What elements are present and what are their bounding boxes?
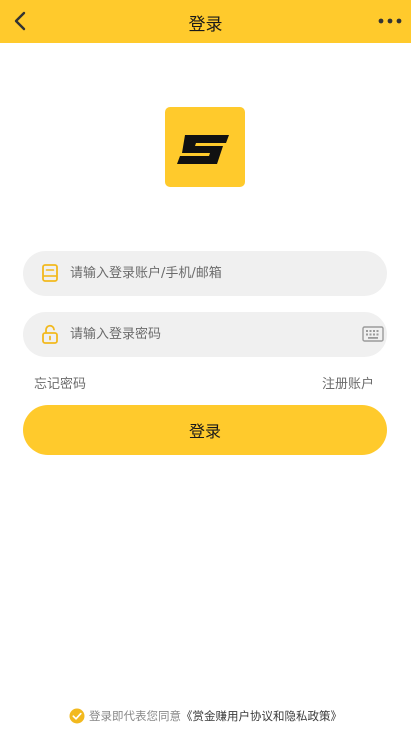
keyboard-icon[interactable]: [362, 325, 384, 343]
agreement-link[interactable]: 《赏金赚用户协议和隐私政策》: [181, 708, 342, 724]
account-field: [23, 251, 387, 296]
register-account-link[interactable]: 注册账户: [322, 373, 374, 392]
password-input[interactable]: [70, 312, 340, 357]
more-button[interactable]: [377, 12, 403, 30]
agreement-checkbox[interactable]: [69, 708, 85, 724]
app-logo: [165, 107, 245, 187]
agreement-text: 登录即代表您同意: [89, 709, 181, 723]
top-navigation-bar: 登录: [0, 0, 411, 43]
account-icon: [42, 264, 58, 282]
lock-icon: [42, 324, 58, 344]
login-button[interactable]: 登录: [23, 405, 387, 455]
page-title: 登录: [188, 15, 223, 35]
more-horizontal-icon: [378, 18, 402, 24]
password-field: [23, 312, 387, 357]
agreement-row: 登录即代表您同意 《赏金赚用户协议和隐私政策》: [0, 706, 411, 726]
logo-s-mark: [177, 135, 229, 164]
forgot-password-link[interactable]: 忘记密码: [34, 373, 86, 392]
account-input[interactable]: [70, 251, 340, 296]
auth-links-row: 忘记密码 注册账户: [0, 373, 411, 392]
